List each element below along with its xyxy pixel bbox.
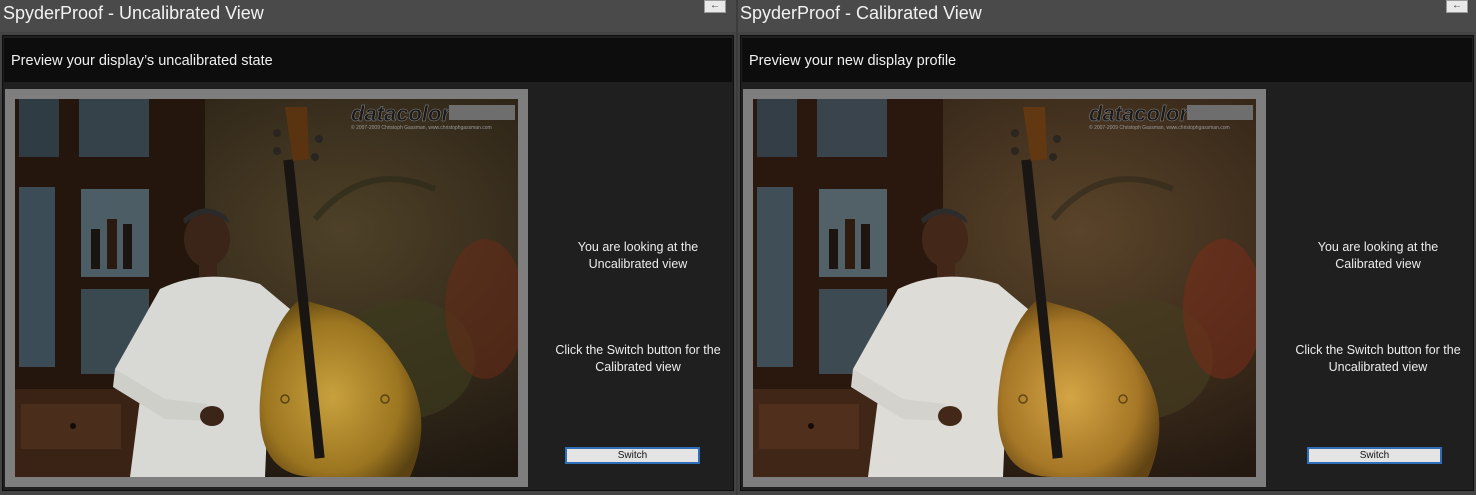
status-line-2: Calibrated view bbox=[1335, 257, 1421, 271]
switch-instruction: Click the Switch button for the Uncalibr… bbox=[1283, 342, 1473, 376]
pin-button[interactable]: ← bbox=[704, 0, 726, 13]
content-area: Preview your display’s uncalibrated stat… bbox=[2, 35, 734, 491]
window-title: SpyderProof - Calibrated View bbox=[740, 3, 982, 23]
title-bar[interactable]: SpyderProof - Uncalibrated View ← bbox=[0, 0, 736, 32]
status-line-1: You are looking at the bbox=[577, 240, 699, 254]
switch-button[interactable]: Switch bbox=[1307, 447, 1442, 464]
switch-instruction: Click the Switch button for the Calibrat… bbox=[543, 342, 733, 376]
status-message: You are looking at the Calibrated view bbox=[1283, 239, 1473, 273]
header-bar: Preview your new display profile bbox=[742, 38, 1472, 82]
window-title: SpyderProof - Uncalibrated View bbox=[3, 3, 264, 23]
instruction-line-2: Calibrated view bbox=[595, 360, 681, 374]
photo-credit: © 2007-2009 Christoph Gassman, www.chris… bbox=[351, 124, 492, 131]
instruction-line-2: Uncalibrated view bbox=[1328, 360, 1428, 374]
instruction-line-1: Click the Switch button for the bbox=[1295, 343, 1461, 357]
datacolor-logo: datacolor bbox=[1089, 101, 1189, 126]
switch-button[interactable]: Switch bbox=[565, 447, 700, 464]
status-message: You are looking at the Uncalibrated view bbox=[543, 239, 733, 273]
preview-photo-frame: datacolor © 2007-2009 Christoph Gassman,… bbox=[5, 89, 528, 487]
status-line-2: Uncalibrated view bbox=[588, 257, 688, 271]
preview-photo: datacolor © 2007-2009 Christoph Gassman,… bbox=[15, 99, 518, 477]
header-text: Preview your display’s uncalibrated stat… bbox=[11, 53, 273, 69]
pin-button[interactable]: ← bbox=[1446, 0, 1468, 13]
datacolor-logo: datacolor bbox=[351, 101, 451, 126]
status-line-1: You are looking at the bbox=[1317, 240, 1439, 254]
header-text: Preview your new display profile bbox=[749, 53, 957, 69]
photo-credit: © 2007-2009 Christoph Gassman, www.chris… bbox=[1089, 124, 1230, 131]
preview-photo-frame: datacolor © 2007-2009 Christoph Gassman,… bbox=[743, 89, 1266, 487]
calibrated-window: SpyderProof - Calibrated View ← Preview … bbox=[738, 0, 1476, 495]
instruction-line-1: Click the Switch button for the bbox=[555, 343, 721, 357]
title-bar[interactable]: SpyderProof - Calibrated View ← bbox=[738, 0, 1476, 32]
header-bar: Preview your display’s uncalibrated stat… bbox=[4, 38, 732, 82]
preview-photo: datacolor © 2007-2009 Christoph Gassman,… bbox=[753, 99, 1256, 477]
content-area: Preview your new display profile datacol… bbox=[740, 35, 1474, 491]
uncalibrated-window: SpyderProof - Uncalibrated View ← Previe… bbox=[0, 0, 736, 495]
